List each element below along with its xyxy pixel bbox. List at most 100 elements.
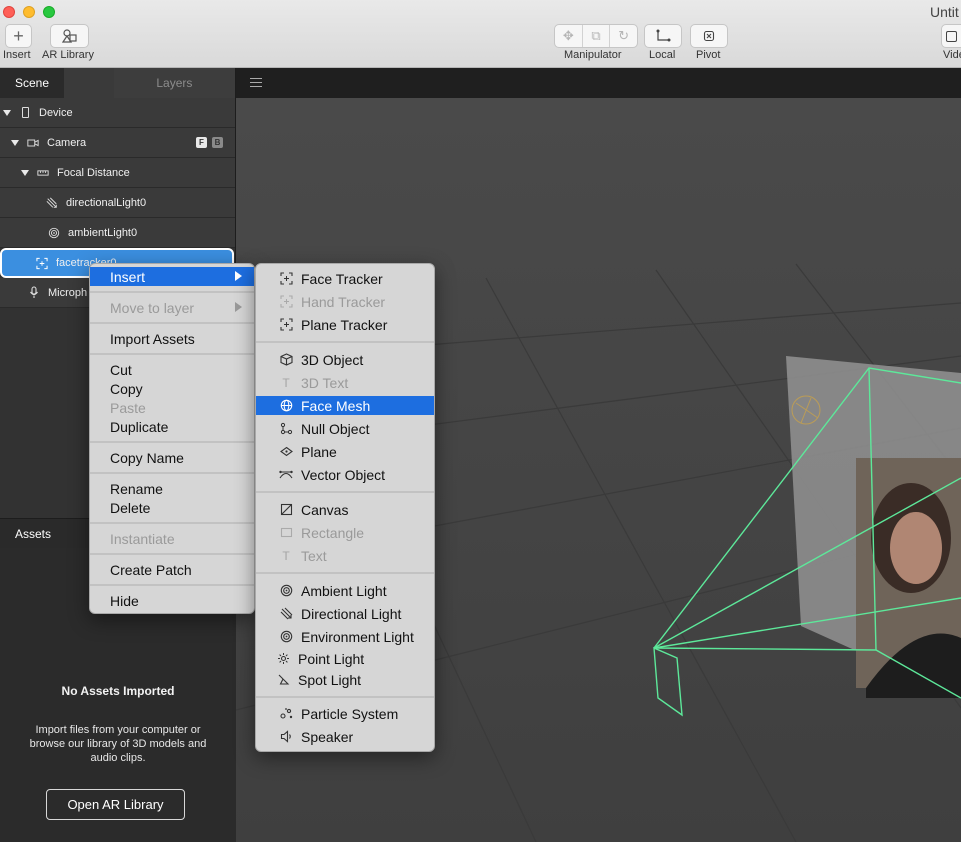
insert-button[interactable]: + [5,24,32,48]
menu-item-speaker[interactable]: Speaker [256,727,434,746]
hand-tracker-icon [279,295,293,309]
menu-separator [90,322,254,324]
disclosure-triangle-icon[interactable] [21,169,29,176]
manipulator-label: Manipulator [564,49,622,61]
menu-item-duplicate[interactable]: Duplicate [90,417,254,436]
window-title: Untit [930,4,959,20]
menu-item-plane-tracker[interactable]: Plane Tracker [256,315,434,334]
tree-item-label: Focal Distance [57,166,130,179]
tree-item-focal-distance[interactable]: Focal Distance [0,158,235,188]
disclosure-triangle-icon[interactable] [11,139,19,146]
menu-separator [90,441,254,443]
menu-item-hand-tracker: Hand Tracker [256,292,434,311]
point-light-icon [276,652,290,666]
tree-item-label: directionalLight0 [66,196,147,209]
menu-item-point-light[interactable]: Point Light [256,649,434,668]
menu-item-copy-name[interactable]: Copy Name [90,448,254,467]
menu-item-3d-object[interactable]: 3D Object [256,350,434,369]
rotate-icon[interactable]: ↻ [610,25,637,47]
menu-item-spot-light[interactable]: Spot Light [256,670,434,689]
microphone-icon [28,286,40,299]
no-assets-description: Import files from your computer or brows… [29,724,207,764]
menu-item-label: Canvas [301,501,349,518]
tab-layers[interactable]: Layers [113,68,235,98]
no-assets-title: No Assets Imported [61,684,175,698]
speaker-icon [279,730,293,744]
menu-item-paste: Paste [110,399,146,416]
tree-item-label: Device [39,106,73,119]
video-label: Vide [943,49,961,61]
viewport-header [236,68,961,98]
scale-icon[interactable]: ⧉ [583,25,611,47]
pivot-icon [703,30,715,42]
pivot-label: Pivot [696,49,721,61]
move-icon[interactable]: ✥ [555,25,583,47]
menu-item-face-mesh[interactable]: Face Mesh [256,396,434,415]
disclosure-triangle-icon[interactable] [3,109,11,116]
tree-item-device[interactable]: Device [0,98,235,128]
plus-icon: + [13,26,24,46]
menu-separator [90,522,254,524]
menu-item-label: 3D Object [301,351,364,368]
front-camera-badge[interactable]: F [196,137,207,148]
open-ar-library-button[interactable]: Open AR Library [46,789,185,820]
insert-submenu: Face Tracker Hand Tracker Plane Tracker … [255,263,435,752]
tree-item-label: Camera [47,136,87,149]
menu-item-canvas[interactable]: Canvas [256,500,434,519]
menu-item-delete[interactable]: Delete [90,498,254,517]
context-menu: Insert Move to layer Import Assets Cut C… [89,263,255,614]
menu-separator [256,572,434,574]
tree-item-camera[interactable]: Camera F B [0,128,235,158]
pivot-button[interactable] [690,24,728,48]
tree-item-label: Microph [48,286,88,299]
axis-icon [656,29,671,42]
menu-item-create-patch[interactable]: Create Patch [90,560,254,579]
window-close-button[interactable] [3,6,15,18]
menu-item-plane[interactable]: Plane [256,442,434,461]
menu-item-label: Null Object [301,420,370,437]
manipulator-segmented-control[interactable]: ✥ ⧉ ↻ [554,24,638,48]
text-icon: T [282,548,290,563]
window-maximize-button[interactable] [43,6,55,18]
spot-light-icon [276,673,290,687]
menu-item-label: Text [301,547,327,564]
menu-item-directional-light[interactable]: Directional Light [256,604,434,623]
globe-icon [279,399,293,413]
menu-item-copy[interactable]: Copy [90,379,254,398]
hamburger-menu-icon[interactable] [250,78,262,87]
menu-item-rename[interactable]: Rename [90,479,254,498]
face-tracker-icon [36,257,48,269]
vector-object-icon [279,468,293,482]
menu-item-label: Point Light [298,650,365,667]
cube-icon [279,353,293,367]
tab-scene[interactable]: Scene [0,68,64,98]
ambient-light-icon [279,584,293,598]
menu-item-import-assets[interactable]: Import Assets [90,329,254,348]
insert-label: Insert [3,49,31,61]
canvas-icon [279,503,293,517]
window-minimize-button[interactable] [23,6,35,18]
menu-item-label: Vector Object [301,466,386,483]
ambient-light-icon [48,227,60,239]
particle-system-icon [279,707,293,721]
ar-library-button[interactable] [50,24,89,48]
menu-item-environment-light[interactable]: Environment Light [256,627,434,646]
tree-item-ambient-light[interactable]: ambientLight0 [0,218,235,248]
menu-item-null-object[interactable]: Null Object [256,419,434,438]
menu-item-face-tracker[interactable]: Face Tracker [256,269,434,288]
tree-item-directional-light[interactable]: directionalLight0 [0,188,235,218]
menu-item-hide[interactable]: Hide [90,591,254,610]
back-camera-badge[interactable]: B [212,137,223,148]
null-object-icon [279,422,293,436]
menu-item-vector-object[interactable]: Vector Object [256,465,434,484]
submenu-arrow-icon [235,302,242,312]
menu-item-ambient-light[interactable]: Ambient Light [256,581,434,600]
video-button[interactable] [941,24,961,48]
local-button[interactable] [644,24,682,48]
directional-light-icon [46,197,58,209]
menu-item-label: 3D Text [301,374,349,391]
menu-item-insert[interactable]: Insert [90,267,254,286]
menu-item-cut[interactable]: Cut [90,360,254,379]
menu-item-particle-system[interactable]: Particle System [256,704,434,723]
menu-separator [256,696,434,698]
